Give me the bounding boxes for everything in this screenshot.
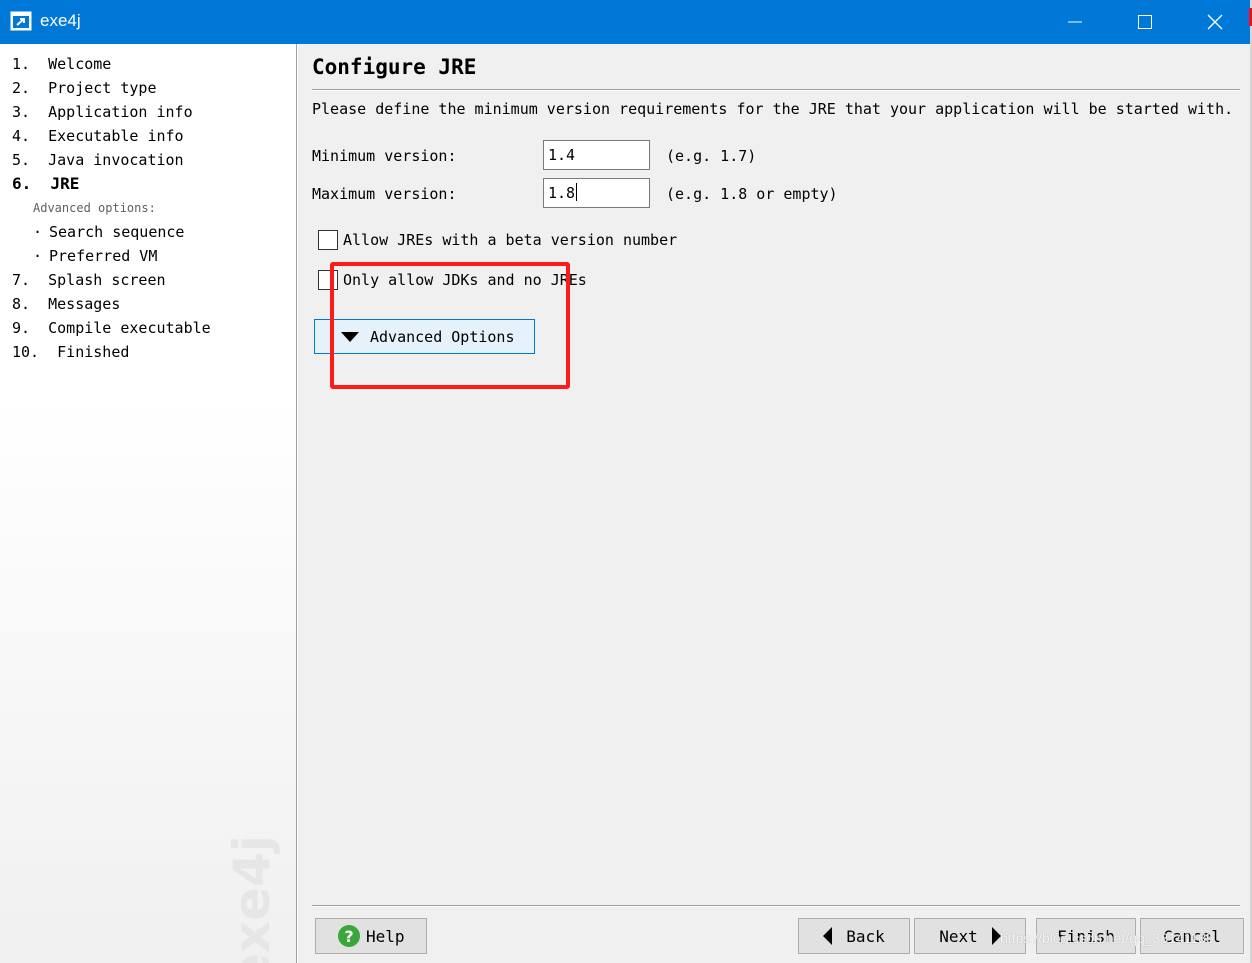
- step-compile-executable[interactable]: 9. Compile executable: [12, 317, 211, 339]
- substep-search-sequence[interactable]: · Search sequence: [33, 221, 184, 243]
- title-bar[interactable]: exe4j: [0, 0, 1250, 44]
- help-icon: ?: [338, 925, 360, 947]
- substep-preferred-vm[interactable]: · Preferred VM: [33, 245, 157, 267]
- maximum-version-hint: (e.g. 1.8 or empty): [666, 185, 838, 203]
- main-panel: Configure JRE Please define the minimum …: [298, 44, 1250, 963]
- minimum-version-hint: (e.g. 1.7): [666, 147, 757, 165]
- close-icon: [1207, 14, 1223, 30]
- button-bar-divider: [312, 905, 1240, 907]
- substep-label: Search sequence: [49, 223, 185, 241]
- advanced-options-button[interactable]: Advanced Options: [314, 319, 535, 354]
- back-button[interactable]: Back: [798, 918, 910, 954]
- advanced-options-label: Advanced Options: [370, 327, 515, 346]
- title-divider: [312, 89, 1240, 91]
- minimize-icon: [1068, 21, 1082, 23]
- step-messages[interactable]: 8. Messages: [12, 293, 120, 315]
- help-label: Help: [366, 926, 405, 946]
- watermark-text: exe4j: [223, 834, 282, 963]
- step-executable-info[interactable]: 4. Executable info: [12, 125, 184, 147]
- back-label: Back: [846, 926, 885, 946]
- window-title: exe4j: [40, 11, 81, 30]
- arrow-left-icon: [823, 927, 833, 945]
- advanced-options-caption: Advanced options:: [33, 201, 156, 215]
- allow-beta-jre-label[interactable]: Allow JREs with a beta version number: [343, 229, 677, 251]
- minimum-version-value: 1.4: [548, 146, 576, 164]
- wizard-step-sidebar: 1. Welcome 2. Project type 3. Applicatio…: [0, 44, 297, 963]
- step-finished[interactable]: 10. Finished: [12, 341, 129, 363]
- only-jdk-checkbox[interactable]: [318, 270, 338, 290]
- text-caret: [576, 183, 578, 201]
- allow-beta-jre-checkbox[interactable]: [318, 230, 338, 250]
- step-jre[interactable]: 6. JRE: [12, 173, 79, 195]
- next-label: Next: [939, 926, 978, 946]
- page-title: Configure JRE: [312, 55, 477, 79]
- maximize-button[interactable]: [1110, 0, 1180, 44]
- triangle-down-icon: [341, 331, 359, 342]
- only-jdk-option[interactable]: Only allow JDKs and no JREs: [318, 269, 587, 291]
- exe4j-watermark: exe4j: [222, 834, 282, 963]
- step-java-invocation[interactable]: 5. Java invocation: [12, 149, 184, 171]
- maximum-version-value: 1.8: [548, 184, 576, 202]
- maximize-icon: [1138, 15, 1152, 29]
- app-icon: [10, 11, 32, 31]
- help-button[interactable]: ? Help: [315, 918, 427, 954]
- bullet: ·: [33, 247, 43, 265]
- step-splash-screen[interactable]: 7. Splash screen: [12, 269, 166, 291]
- step-welcome[interactable]: 1. Welcome: [12, 53, 111, 75]
- minimum-version-input[interactable]: 1.4: [543, 140, 650, 170]
- maximum-version-label: Maximum version:: [312, 185, 457, 203]
- intro-text: Please define the minimum version requir…: [312, 100, 1234, 118]
- step-application-info[interactable]: 3. Application info: [12, 101, 193, 123]
- step-project-type[interactable]: 2. Project type: [12, 77, 157, 99]
- maximum-version-input[interactable]: 1.8: [543, 178, 650, 208]
- source-watermark: https://blog.csdn.net/qq_38141185: [1000, 930, 1214, 946]
- only-jdk-label[interactable]: Only allow JDKs and no JREs: [343, 269, 587, 291]
- allow-beta-jre-option[interactable]: Allow JREs with a beta version number: [318, 229, 677, 251]
- minimize-button[interactable]: [1040, 0, 1110, 44]
- bullet: ·: [33, 223, 43, 241]
- minimum-version-label: Minimum version:: [312, 147, 457, 165]
- substep-label: Preferred VM: [49, 247, 158, 265]
- close-button[interactable]: [1180, 0, 1250, 44]
